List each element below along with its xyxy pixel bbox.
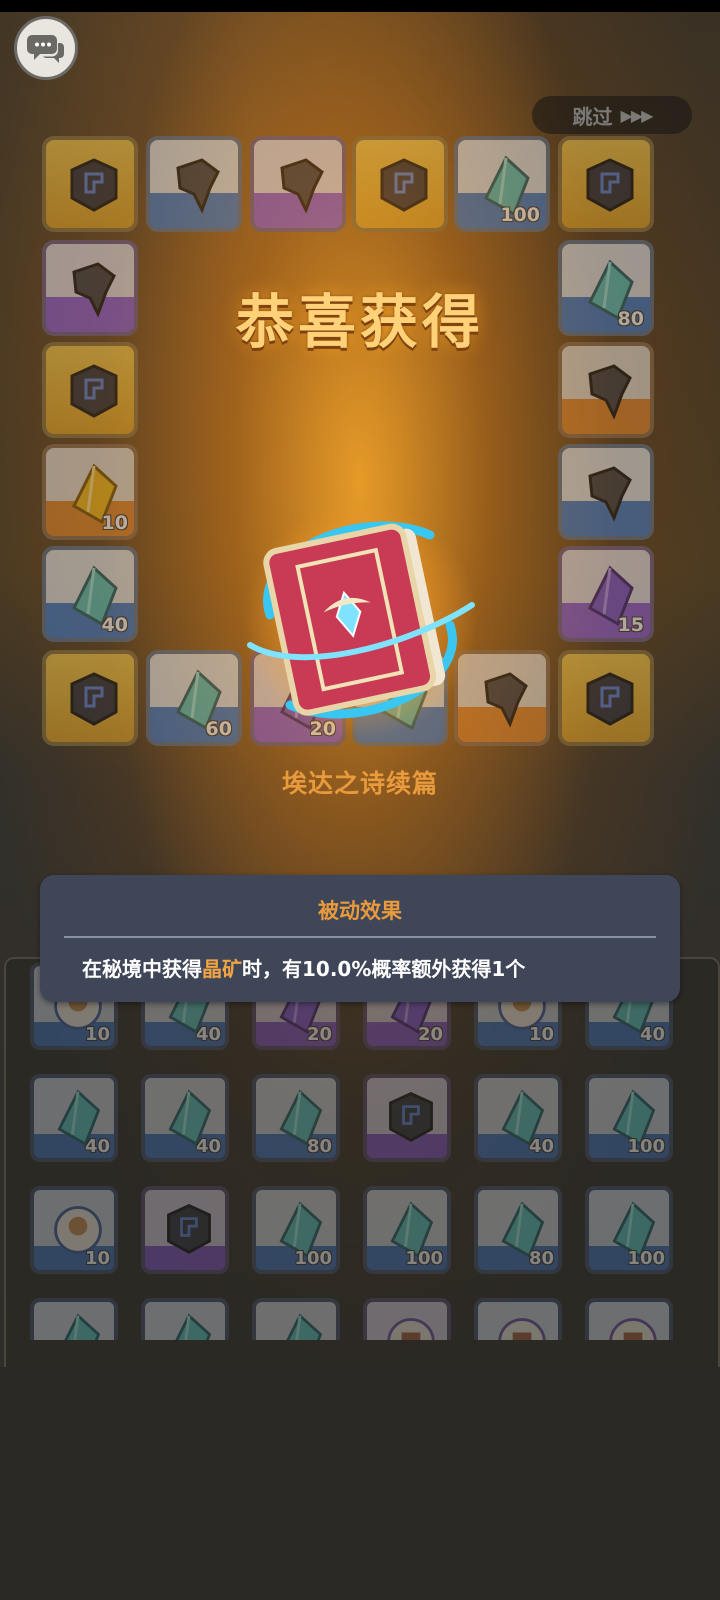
inventory-tile <box>363 1298 451 1340</box>
cube-core-icon <box>161 1200 217 1260</box>
passive-effect-card: 被动效果 在秘境中获得晶矿时，有10.0%概率额外获得1个 <box>40 875 680 1002</box>
tile-quantity: 100 <box>627 1136 665 1157</box>
passive-title: 被动效果 <box>318 899 402 923</box>
tile-quantity: 40 <box>639 1024 665 1045</box>
tile-quantity: 100 <box>627 1248 665 1269</box>
inventory-tile <box>585 1298 673 1340</box>
relic-icon <box>494 1312 550 1340</box>
inventory-tile: 40 <box>30 1074 118 1162</box>
tile-quantity: 40 <box>195 1136 221 1157</box>
inventory-tile: 80 <box>474 1186 562 1274</box>
cube-core-icon <box>383 1088 439 1148</box>
crystal-icon <box>272 1312 328 1340</box>
inventory-tile <box>474 1298 562 1340</box>
tile-quantity: 100 <box>294 1248 332 1269</box>
tile-quantity: 20 <box>417 1024 443 1045</box>
crystal-icon <box>161 1312 217 1340</box>
tile-quantity: 40 <box>84 1136 110 1157</box>
inventory-tile: 40 <box>141 1074 229 1162</box>
tile-quantity: 10 <box>528 1024 554 1045</box>
crystal-icon <box>50 1312 106 1340</box>
inventory-grid: 10 40 20 20 10 40 40 40 80 40 100 10 100 100 80 100 <box>0 0 720 1340</box>
passive-desc-prefix: 在秘境中获得 <box>82 957 202 981</box>
tile-quantity: 80 <box>528 1248 554 1269</box>
inventory-tile <box>141 1186 229 1274</box>
bottom-area <box>0 1367 720 1600</box>
tile-quantity: 40 <box>528 1136 554 1157</box>
tile-quantity: 20 <box>306 1024 332 1045</box>
tile-quantity: 10 <box>84 1248 110 1269</box>
inventory-tile: 80 <box>252 1074 340 1162</box>
inventory-tile <box>141 1298 229 1340</box>
relic-icon <box>383 1312 439 1340</box>
passive-desc-highlight: 晶矿 <box>202 957 242 981</box>
passive-desc-suffix: 时，有10.0%概率额外获得1个 <box>242 957 526 981</box>
tile-quantity: 80 <box>306 1136 332 1157</box>
inventory-tile: 100 <box>252 1186 340 1274</box>
inventory-tile <box>252 1298 340 1340</box>
inventory-tile <box>30 1298 118 1340</box>
tile-quantity: 100 <box>405 1248 443 1269</box>
tile-quantity: 40 <box>195 1024 221 1045</box>
inventory-tile <box>363 1074 451 1162</box>
divider <box>64 936 656 938</box>
tile-quantity: 10 <box>84 1024 110 1045</box>
inventory-tile: 100 <box>585 1186 673 1274</box>
relic-icon <box>605 1312 661 1340</box>
inventory-tile: 100 <box>363 1186 451 1274</box>
passive-description: 在秘境中获得晶矿时，有10.0%概率额外获得1个 <box>82 953 662 982</box>
inventory-tile: 100 <box>585 1074 673 1162</box>
inventory-tile: 10 <box>30 1186 118 1274</box>
inventory-tile: 40 <box>474 1074 562 1162</box>
